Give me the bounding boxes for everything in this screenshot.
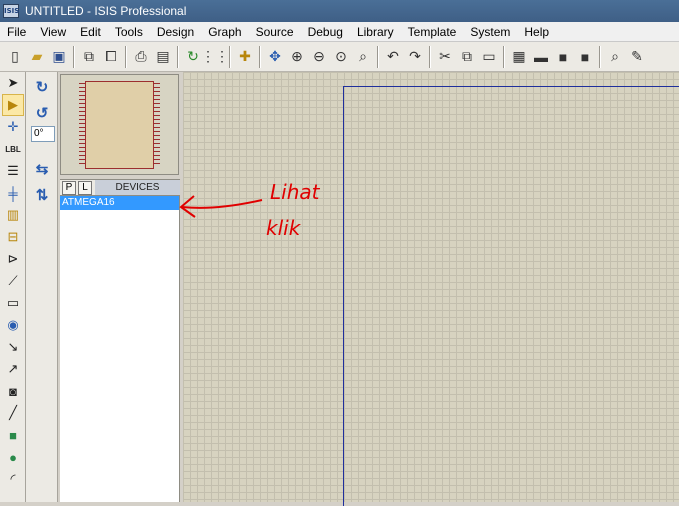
paste-icon[interactable]: ▭ xyxy=(479,46,499,68)
box-icon[interactable]: ■ xyxy=(2,424,24,446)
chip-preview-body xyxy=(85,81,154,169)
wire-label-icon[interactable]: LBL xyxy=(2,138,24,160)
export-icon[interactable]: ⧠ xyxy=(101,46,121,68)
device-item-atmega16[interactable]: ATMEGA16 xyxy=(60,196,179,210)
block-copy-icon[interactable]: ▦ xyxy=(509,46,529,68)
bus-icon[interactable]: ╪ xyxy=(2,182,24,204)
block-rotate-icon[interactable]: ■ xyxy=(553,46,573,68)
toolbar-separator xyxy=(259,45,261,68)
devices-label: DEVICES xyxy=(95,180,180,195)
overview-preview xyxy=(60,74,179,175)
annotation-klik: klik xyxy=(266,216,301,240)
generator-icon[interactable]: ◉ xyxy=(2,314,24,336)
pick-devices-button[interactable]: P xyxy=(62,180,76,195)
print-icon[interactable]: ⎙ xyxy=(131,46,151,68)
voltage-probe-icon[interactable]: ↘ xyxy=(2,336,24,358)
menu-system[interactable]: System xyxy=(463,22,517,42)
pan-icon[interactable]: ✥ xyxy=(265,46,285,68)
toolbar-separator xyxy=(377,45,379,68)
zoom-area-icon[interactable]: ⌕ xyxy=(353,46,373,68)
terminal-icon[interactable]: ⊟ xyxy=(2,226,24,248)
text-script-icon[interactable]: ☰ xyxy=(2,160,24,182)
mirror-horizontal-icon[interactable]: ⇆ xyxy=(30,158,54,180)
zoom-out-icon[interactable]: ⊖ xyxy=(309,46,329,68)
schematic-canvas[interactable] xyxy=(183,72,679,506)
copy-icon[interactable]: ⧉ xyxy=(457,46,477,68)
new-file-icon[interactable]: ▯ xyxy=(5,46,25,68)
toolbar-separator xyxy=(125,45,127,68)
selection-icon[interactable]: ➤ xyxy=(2,72,24,94)
cut-icon[interactable]: ✂ xyxy=(435,46,455,68)
rotation-angle-field[interactable]: 0° xyxy=(31,126,55,142)
left-mode-toolbar: ➤ ▶ ✛ LBL ☰ ╪ ▥ ⊟ ⊳ ⟋ ▭ ◉ ↘ ↗ ◙ ╱ ■ ● ◜ xyxy=(0,72,26,502)
refresh-icon[interactable]: ↻ xyxy=(183,46,203,68)
grid-icon[interactable]: ⋮⋮ xyxy=(201,46,229,68)
virtual-instrument-icon[interactable]: ◙ xyxy=(2,380,24,402)
subcircuit-icon[interactable]: ▥ xyxy=(2,204,24,226)
device-list: ATMEGA16 xyxy=(60,196,180,502)
toolbar-separator xyxy=(177,45,179,68)
graph-icon[interactable]: ⟋ xyxy=(2,270,24,292)
print-area-icon[interactable]: ▤ xyxy=(153,46,173,68)
sheet-border xyxy=(343,86,679,506)
save-icon[interactable]: ▣ xyxy=(49,46,69,68)
current-probe-icon[interactable]: ↗ xyxy=(2,358,24,380)
annotation-lihat: Lihat xyxy=(270,180,320,204)
component-icon[interactable]: ▶ xyxy=(2,94,24,116)
main-toolbar: ▯ ▰ ▣ ⧉ ⧠ ⎙ ▤ ↻ ⋮⋮ ✚ ✥ ⊕ ⊖ ⊙ ⌕ ↶ ↷ ✂ ⧉ ▭… xyxy=(0,42,679,72)
make-device-icon[interactable]: ✎ xyxy=(627,46,647,68)
menu-help[interactable]: Help xyxy=(517,22,556,42)
toolbar-separator xyxy=(229,45,231,68)
origin-icon[interactable]: ✚ xyxy=(235,46,255,68)
window-title: UNTITLED - ISIS Professional xyxy=(25,4,187,18)
tape-icon[interactable]: ▭ xyxy=(2,292,24,314)
menu-source[interactable]: Source xyxy=(249,22,301,42)
device-pin-icon[interactable]: ⊳ xyxy=(2,248,24,270)
zoom-in-icon[interactable]: ⊕ xyxy=(287,46,307,68)
undo-icon[interactable]: ↶ xyxy=(383,46,403,68)
toolbar-separator xyxy=(599,45,601,68)
junction-icon[interactable]: ✛ xyxy=(2,116,24,138)
line-icon[interactable]: ╱ xyxy=(2,402,24,424)
zoom-all-icon[interactable]: ⊙ xyxy=(331,46,351,68)
import-icon[interactable]: ⧉ xyxy=(79,46,99,68)
menu-design[interactable]: Design xyxy=(150,22,201,42)
isis-app-icon: ISIS xyxy=(3,4,19,18)
menu-bar: File View Edit Tools Design Graph Source… xyxy=(0,22,679,42)
menu-graph[interactable]: Graph xyxy=(201,22,248,42)
menu-edit[interactable]: Edit xyxy=(73,22,108,42)
rotate-clockwise-icon[interactable]: ↻ xyxy=(30,76,54,98)
menu-file[interactable]: File xyxy=(0,22,33,42)
redo-icon[interactable]: ↷ xyxy=(405,46,425,68)
device-selector-header: P L DEVICES xyxy=(60,179,180,196)
library-manager-button[interactable]: L xyxy=(78,180,92,195)
menu-library[interactable]: Library xyxy=(350,22,401,42)
block-move-icon[interactable]: ▬ xyxy=(531,46,551,68)
toolbar-separator xyxy=(73,45,75,68)
title-bar: ISIS UNTITLED - ISIS Professional xyxy=(0,0,679,22)
open-folder-icon[interactable]: ▰ xyxy=(27,46,47,68)
menu-template[interactable]: Template xyxy=(401,22,464,42)
block-delete-icon[interactable]: ■ xyxy=(575,46,595,68)
circle-icon[interactable]: ● xyxy=(2,446,24,468)
menu-debug[interactable]: Debug xyxy=(301,22,350,42)
toolbar-separator xyxy=(429,45,431,68)
chip-pins-right xyxy=(154,83,160,167)
arc-icon[interactable]: ◜ xyxy=(2,468,24,490)
rotate-anticlockwise-icon[interactable]: ↺ xyxy=(30,102,54,124)
menu-tools[interactable]: Tools xyxy=(108,22,150,42)
menu-view[interactable]: View xyxy=(33,22,73,42)
mirror-vertical-icon[interactable]: ⇅ xyxy=(30,184,54,206)
toolbar-separator xyxy=(503,45,505,68)
pick-device-icon[interactable]: ⌕ xyxy=(605,46,625,68)
